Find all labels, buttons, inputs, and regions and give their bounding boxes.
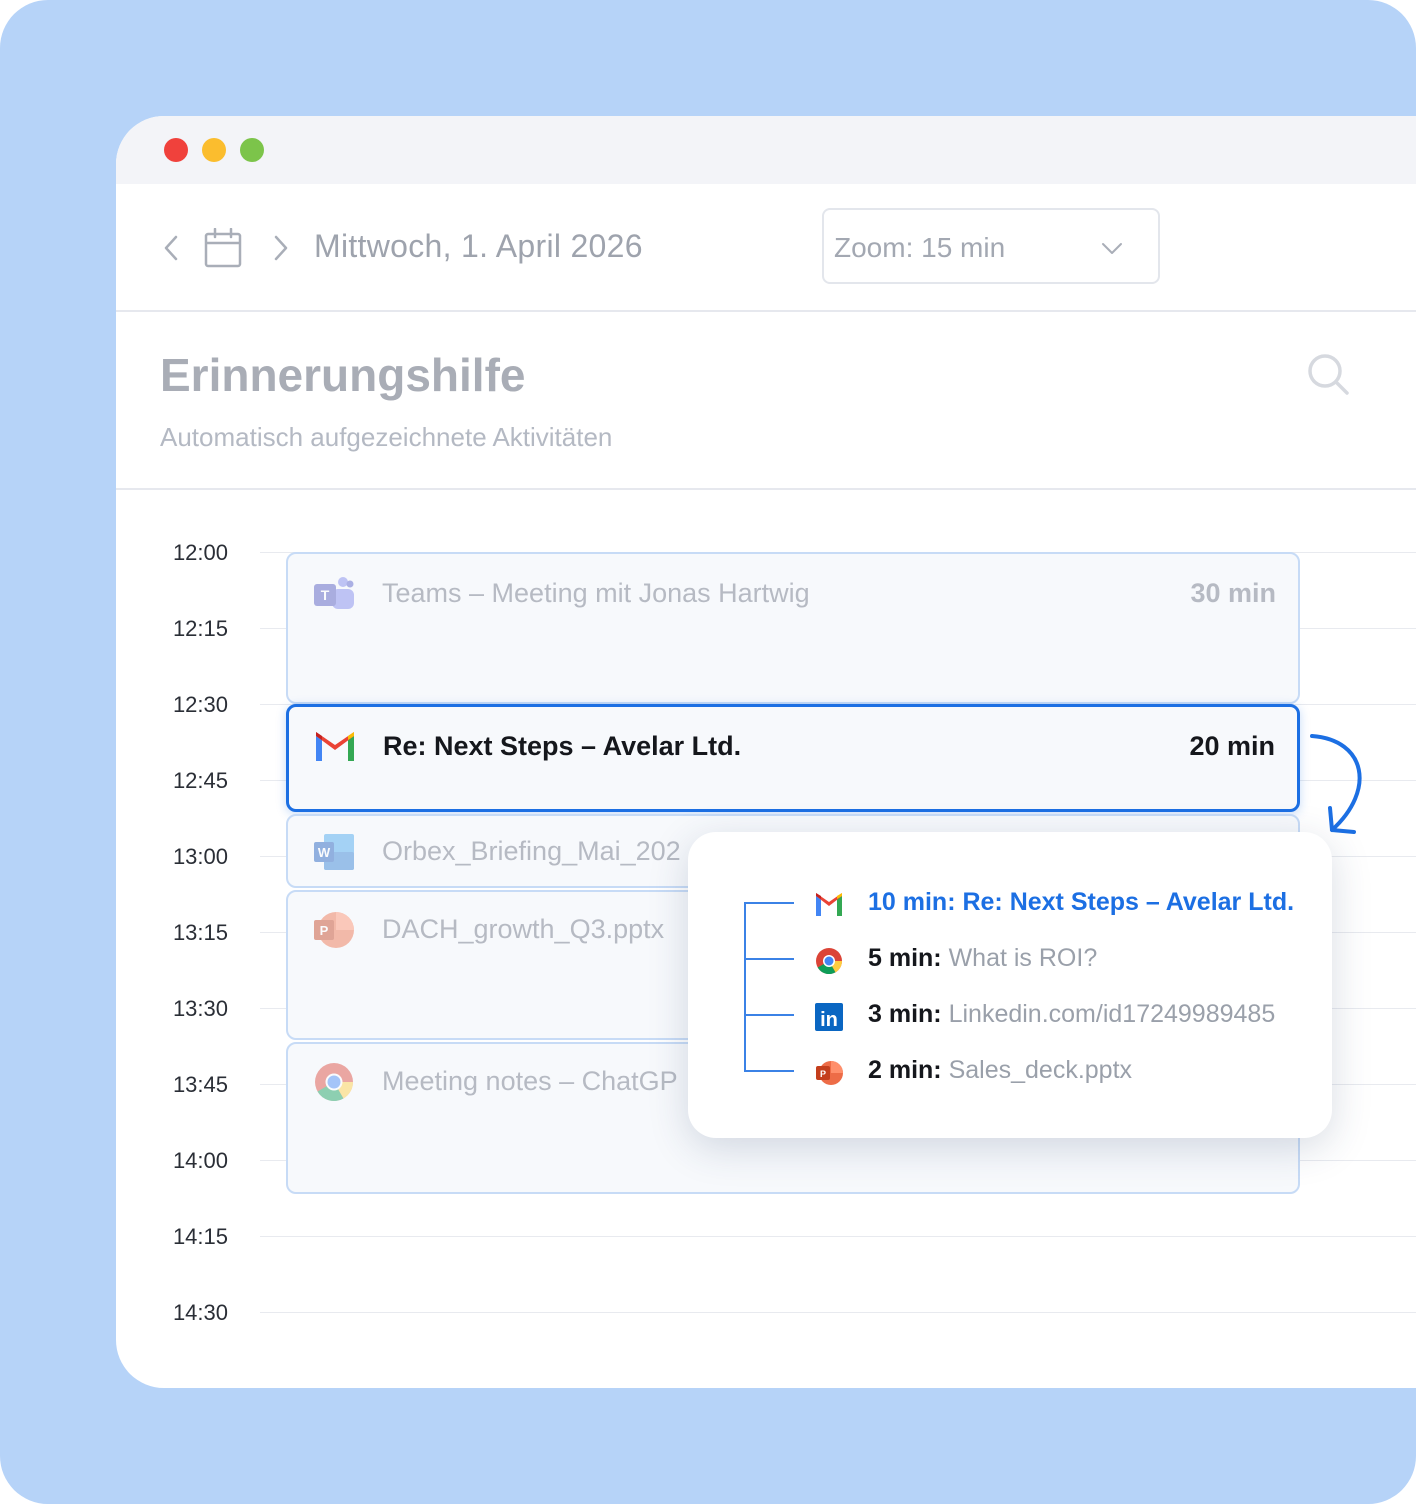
word-icon: W [314,834,354,870]
event-title: Orbex_Briefing_Mai_202 [382,836,681,866]
event-email-next-steps[interactable]: Re: Next Steps – Avelar Ltd. 20 min [286,704,1300,812]
background: Mittwoch, 1. April 2026 Zoom: 15 min Eri… [0,0,1416,1504]
page-title: Erinnerungshilfe [160,349,526,401]
time-label: 14:00 [172,1148,228,1173]
popup-item-chrome[interactable]: 5 min: What is ROI? [868,944,1097,973]
grid-line [260,1312,1416,1313]
time-label: 13:30 [172,996,228,1021]
current-date: Mittwoch, 1. April 2026 [314,228,643,264]
time-label: 12:00 [172,540,228,565]
popup-item-duration: 2 min: [868,1056,942,1084]
event-title: DACH_growth_Q3.pptx [382,914,665,944]
date-toolbar: Mittwoch, 1. April 2026 Zoom: 15 min [116,184,1416,312]
page-header: Erinnerungshilfe Automatisch aufgezeichn… [116,312,1416,490]
powerpoint-icon: P [816,1061,843,1085]
event-teams-meeting[interactable]: T Teams – Meeting mit Jonas Hartwig 30 m… [286,552,1300,704]
time-label: 13:00 [172,844,228,869]
maximize-window-button[interactable] [240,138,264,162]
chevron-right-icon[interactable] [266,234,294,262]
close-window-button[interactable] [164,138,188,162]
chevron-left-icon[interactable] [158,234,186,262]
event-title: Teams – Meeting mit Jonas Hartwig [382,578,810,608]
teams-icon: T [314,577,354,609]
svg-text:P: P [320,923,329,938]
powerpoint-icon: P [314,912,354,948]
popup-item-value: Linkedin.com/id17249989485 [948,1000,1276,1028]
linkedin-icon: in [815,1003,843,1031]
popup-item-powerpoint[interactable]: 2 min: Sales_deck.pptx [868,1056,1132,1085]
popup-item-duration: 5 min: [868,944,942,972]
title-bar [116,116,1416,184]
svg-text:in: in [820,1009,838,1031]
tree-connector [744,902,794,904]
gmail-icon [816,893,842,916]
event-duration: 30 min [1190,578,1276,608]
time-label: 13:45 [172,1072,228,1097]
event-duration: 20 min [1189,731,1275,761]
chrome-icon [315,1063,354,1102]
popup-item-email[interactable]: 10 min: Re: Next Steps – Avelar Ltd. [868,888,1294,917]
tree-connector [744,1014,794,1016]
tree-connector [744,958,794,960]
chrome-icon [816,948,843,975]
time-label: 12:45 [172,768,228,793]
tree-connector [744,902,746,1070]
time-label: 14:15 [172,1224,228,1249]
gmail-icon [316,732,354,761]
app-window: Mittwoch, 1. April 2026 Zoom: 15 min Eri… [116,116,1416,1388]
event-title: Re: Next Steps – Avelar Ltd. [383,731,742,761]
chevron-down-icon [1102,243,1122,254]
svg-text:P: P [820,1069,826,1079]
grid-line [260,1236,1416,1237]
popup-item-value: What is ROI? [948,944,1098,972]
svg-text:W: W [318,845,331,860]
svg-text:T: T [321,587,330,603]
page-subtitle: Automatisch aufgezeichnete Aktivitäten [160,422,613,452]
time-label: 12:30 [172,692,228,717]
activity-detail-popup: 10 min: Re: Next Steps – Avelar Ltd. 5 m… [688,832,1332,1138]
event-title: Meeting notes – ChatGP [382,1066,678,1096]
time-label: 12:15 [172,616,228,641]
calendar-icon[interactable] [204,228,242,268]
popup-item-value: Sales_deck.pptx [948,1056,1133,1084]
tree-connector [744,1070,794,1072]
search-icon[interactable] [1306,352,1350,396]
popup-item-duration: 3 min: [868,1000,942,1028]
curved-arrow-icon [1310,734,1362,834]
time-label: 13:15 [172,920,228,945]
zoom-select[interactable]: Zoom: 15 min [822,208,1160,284]
time-label: 14:30 [172,1300,228,1325]
minimize-window-button[interactable] [202,138,226,162]
popup-item-linkedin[interactable]: 3 min: Linkedin.com/id17249989485 [868,1000,1275,1029]
zoom-select-value: Zoom: 15 min [834,232,1006,263]
